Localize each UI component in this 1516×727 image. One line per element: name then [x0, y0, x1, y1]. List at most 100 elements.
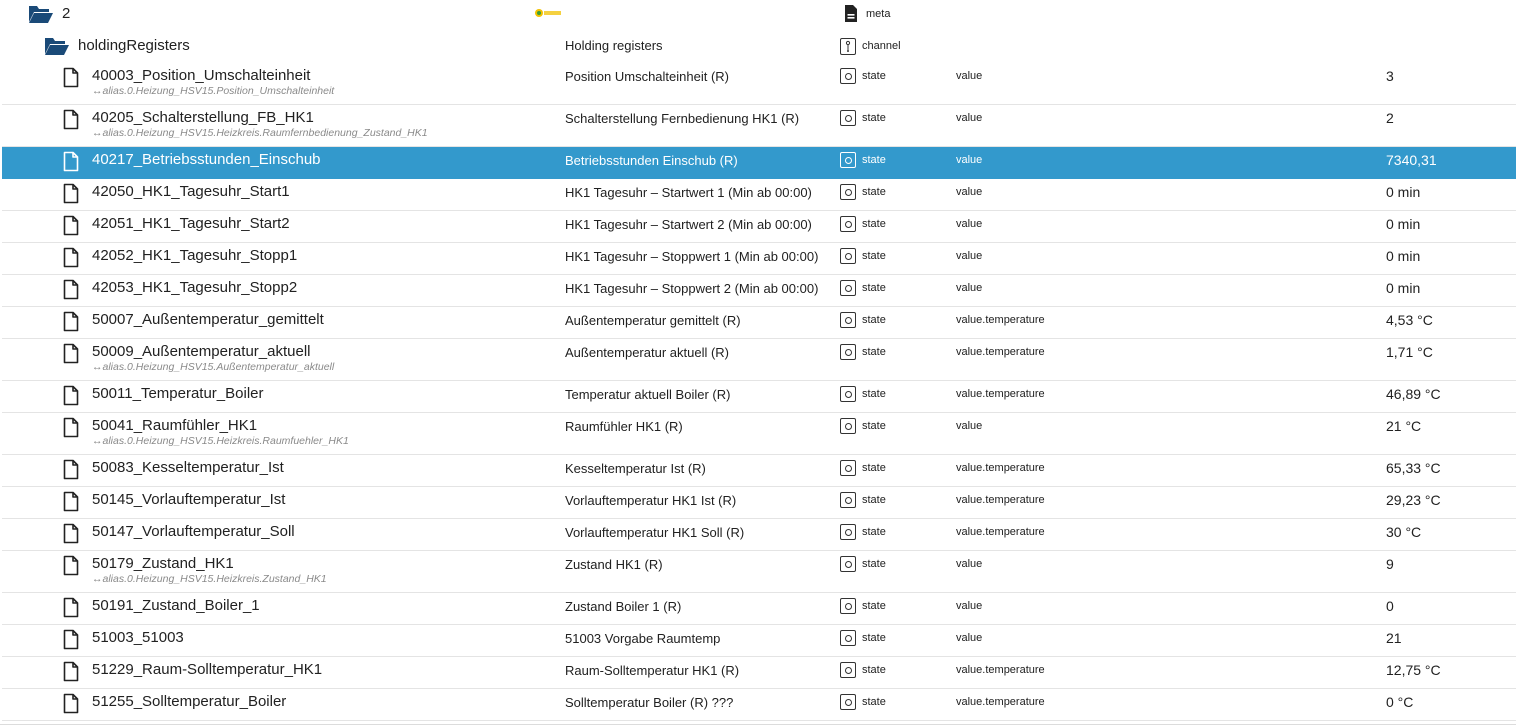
state-value[interactable]: 0 min	[1386, 280, 1420, 296]
state-name: 51255_Solltemperatur_Boiler	[92, 693, 287, 710]
state-role: value	[956, 558, 983, 570]
channel-description: Holding registers	[565, 38, 663, 53]
tree-row-state[interactable]: 50009_Außentemperatur_aktuell ↔alias.0.He…	[2, 339, 1516, 381]
state-name: 40217_Betriebsstunden_Einschub	[92, 151, 321, 168]
state-icon	[840, 556, 856, 572]
file-icon	[63, 693, 79, 715]
tree-row-state[interactable]: 51255_Solltemperatur_Boiler Solltemperatu…	[2, 689, 1516, 721]
state-description: Außentemperatur gemittelt (R)	[565, 313, 741, 328]
state-role: value.temperature	[956, 462, 1045, 474]
tree-row-state[interactable]: 50145_Vorlauftemperatur_Ist Vorlauftemper…	[2, 487, 1516, 519]
tree-row-state[interactable]: 40205_Schalterstellung_FB_HK1 ↔alias.0.He…	[2, 105, 1516, 147]
tree-row-state[interactable]: 50179_Zustand_HK1 ↔alias.0.Heizung_HSV15.…	[2, 551, 1516, 593]
tree-row-state[interactable]: 42052_HK1_Tagesuhr_Stopp1 HK1 Tagesuhr – …	[2, 243, 1516, 275]
channel-icon	[840, 38, 856, 55]
row-divider	[2, 720, 1516, 721]
state-value[interactable]: 46,89 °C	[1386, 386, 1441, 402]
state-icon	[840, 694, 856, 710]
state-name: 50147_Vorlauftemperatur_Soll	[92, 523, 295, 540]
state-type: state	[862, 218, 886, 230]
state-value[interactable]: 4,53 °C	[1386, 312, 1433, 328]
state-description: Außentemperatur aktuell (R)	[565, 345, 730, 360]
state-type: state	[862, 420, 886, 432]
state-description: Solltemperatur Boiler (R) ???	[565, 695, 734, 710]
root-folder-name: 2	[62, 5, 71, 22]
state-value[interactable]: 7340,31	[1386, 152, 1437, 168]
file-icon	[63, 459, 79, 481]
tree-row-state[interactable]: 40003_Position_Umschalteinheit ↔alias.0.H…	[2, 63, 1516, 105]
tree-row-channel[interactable]: holdingRegisters Holding registers chann…	[2, 28, 1516, 63]
tree-row-state[interactable]: 42051_HK1_Tagesuhr_Start2 HK1 Tagesuhr – …	[2, 211, 1516, 243]
tree-row-state[interactable]: 42050_HK1_Tagesuhr_Start1 HK1 Tagesuhr – …	[2, 179, 1516, 211]
channel-name: holdingRegisters	[78, 37, 190, 54]
state-icon	[840, 110, 856, 126]
state-value[interactable]: 0	[1386, 598, 1394, 614]
tree-row-state[interactable]: 50041_Raumfühler_HK1 ↔alias.0.Heizung_HSV…	[2, 413, 1516, 455]
state-icon	[840, 312, 856, 328]
tree-row-state[interactable]: 42053_HK1_Tagesuhr_Stopp2 HK1 Tagesuhr – …	[2, 275, 1516, 307]
alias-link[interactable]: ↔alias.0.Heizung_HSV15.Heizkreis.Raumfer…	[92, 127, 428, 139]
state-name: 42053_HK1_Tagesuhr_Stopp2	[92, 279, 298, 296]
file-icon	[63, 109, 79, 131]
tree-row-root[interactable]: 2 meta	[2, 0, 1516, 28]
alias-link[interactable]: ↔alias.0.Heizung_HSV15.Außentemperatur_a…	[92, 361, 334, 373]
alias-link[interactable]: ↔alias.0.Heizung_HSV15.Heizkreis.Raumfue…	[92, 435, 349, 447]
tree-row-state[interactable]: 50007_Außentemperatur_gemittelt Außentemp…	[2, 307, 1516, 339]
state-name: 50011_Temperatur_Boiler	[92, 385, 264, 402]
state-value[interactable]: 0 °C	[1386, 694, 1413, 710]
state-description: Vorlauftemperatur HK1 Ist (R)	[565, 493, 737, 508]
state-name: 42050_HK1_Tagesuhr_Start1	[92, 183, 290, 200]
state-value[interactable]: 30 °C	[1386, 524, 1421, 540]
state-type: state	[862, 600, 886, 612]
state-role: value	[956, 250, 983, 262]
state-icon	[840, 184, 856, 200]
folder-open-icon[interactable]	[28, 4, 54, 29]
state-value[interactable]: 0 min	[1386, 184, 1420, 200]
state-value[interactable]: 9	[1386, 556, 1394, 572]
state-name: 50083_Kesseltemperatur_Ist	[92, 459, 284, 476]
tree-row-state[interactable]: 50191_Zustand_Boiler_1 Zustand Boiler 1 (…	[2, 593, 1516, 625]
state-value[interactable]: 1,71 °C	[1386, 344, 1433, 360]
state-name: 40003_Position_Umschalteinheit	[92, 67, 311, 84]
alias-link[interactable]: ↔alias.0.Heizung_HSV15.Position_Umschalt…	[92, 85, 334, 97]
file-icon	[63, 597, 79, 619]
file-icon	[63, 385, 79, 407]
state-value[interactable]: 3	[1386, 68, 1394, 84]
state-icon	[840, 630, 856, 646]
tree-row-state[interactable]: 51229_Raum-Solltemperatur_HK1 Raum-Sollte…	[2, 657, 1516, 689]
state-icon	[840, 598, 856, 614]
state-value[interactable]: 12,75 °C	[1386, 662, 1441, 678]
alias-link[interactable]: ↔alias.0.Heizung_HSV15.Heizkreis.Zustand…	[92, 573, 327, 585]
state-value[interactable]: 0 min	[1386, 248, 1420, 264]
state-name: 50191_Zustand_Boiler_1	[92, 597, 260, 614]
tree-row-state[interactable]: 40217_Betriebsstunden_Einschub Betriebsst…	[2, 147, 1516, 179]
state-type: state	[862, 696, 886, 708]
tree-row-state[interactable]: 51003_51003 51003 Vorgabe Raumtemp state va…	[2, 625, 1516, 657]
state-value[interactable]: 21	[1386, 630, 1402, 646]
tree-row-state[interactable]: 50083_Kesseltemperatur_Ist Kesseltemperat…	[2, 455, 1516, 487]
state-name: 50009_Außentemperatur_aktuell	[92, 343, 311, 360]
state-name: 50179_Zustand_HK1	[92, 555, 234, 572]
state-name: 50145_Vorlauftemperatur_Ist	[92, 491, 286, 508]
state-description: HK1 Tagesuhr – Stoppwert 2 (Min ab 00:00…	[565, 281, 819, 296]
state-icon	[840, 152, 856, 168]
state-role: value.temperature	[956, 388, 1045, 400]
file-icon	[63, 151, 79, 173]
state-value[interactable]: 21 °C	[1386, 418, 1421, 434]
state-description: HK1 Tagesuhr – Stoppwert 1 (Min ab 00:00…	[565, 249, 819, 264]
state-value[interactable]: 65,33 °C	[1386, 460, 1441, 476]
state-role: value.temperature	[956, 696, 1045, 708]
tree-row-state[interactable]: 50011_Temperatur_Boiler Temperatur aktuel…	[2, 381, 1516, 413]
state-type: state	[862, 154, 886, 166]
state-description: Kesseltemperatur Ist (R)	[565, 461, 706, 476]
state-value[interactable]: 2	[1386, 110, 1394, 126]
state-value[interactable]: 29,23 °C	[1386, 492, 1441, 508]
state-value[interactable]: 0 min	[1386, 216, 1420, 232]
folder-open-icon[interactable]	[44, 36, 70, 61]
tree-row-state[interactable]: 50147_Vorlauftemperatur_Soll Vorlauftempe…	[2, 519, 1516, 551]
state-role: value	[956, 600, 983, 612]
state-description: Temperatur aktuell Boiler (R)	[565, 387, 731, 402]
state-type: state	[862, 632, 886, 644]
modbus-logo	[533, 6, 563, 25]
state-role: value	[956, 70, 983, 82]
